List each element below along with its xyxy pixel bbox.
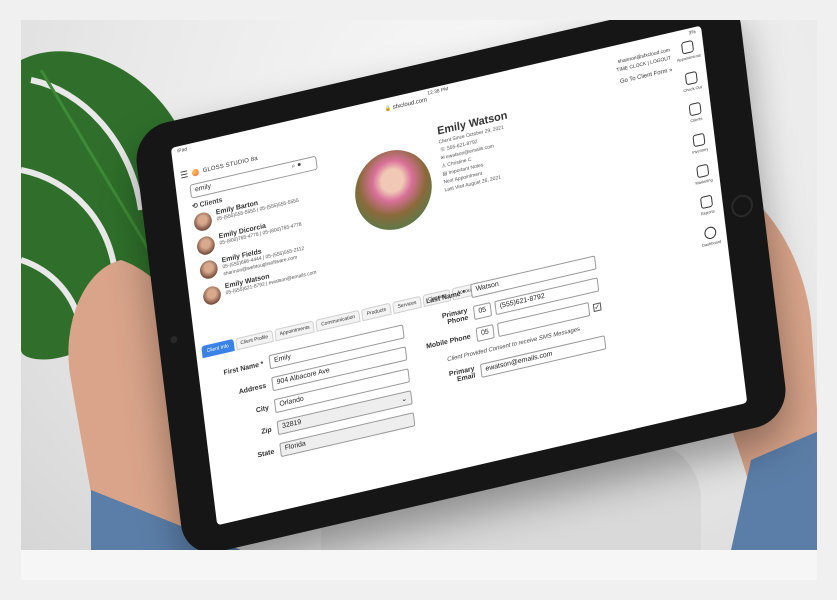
dot-menu-icon[interactable]: ● xyxy=(297,161,302,169)
back-arrow-icon[interactable]: ⟲ xyxy=(192,202,199,210)
avatar xyxy=(196,234,216,257)
state-value: Florida xyxy=(284,440,307,453)
avatar xyxy=(198,258,219,281)
brand-logo xyxy=(191,168,200,177)
address-label: Address xyxy=(238,382,267,396)
client-profile-summary: Emily Watson Client Since October 29, 20… xyxy=(437,99,562,194)
status-bar: iPad 12:38 PM 3% xyxy=(171,26,702,158)
nav-inventory[interactable]: Inventory xyxy=(690,132,709,155)
nav-label: Clients xyxy=(690,115,703,124)
nav-label: Dashboard xyxy=(701,238,722,249)
state-label: State xyxy=(257,448,275,459)
tab-products[interactable]: Products xyxy=(361,302,392,322)
camera-icon xyxy=(170,335,178,345)
nav-check-out[interactable]: Check Out xyxy=(681,70,702,93)
search-icon[interactable]: ⌕ xyxy=(291,163,296,171)
nav-dashboard[interactable]: Dashboard xyxy=(700,225,721,248)
box-icon xyxy=(692,132,706,148)
tab-client-profile[interactable]: Client Profile xyxy=(234,329,274,351)
sms-consent-checkbox[interactable]: ✓ xyxy=(592,302,602,313)
first-name-label: First Name * xyxy=(223,360,264,377)
battery-level: 3% xyxy=(688,28,697,37)
nav-label: Check Out xyxy=(683,83,703,94)
primary-phone-label: Primary Phone xyxy=(441,307,469,327)
nav-label: Marketing xyxy=(695,176,713,186)
side-navigation: Appointments Check Out Clients Inventory xyxy=(673,38,725,249)
gauge-icon xyxy=(703,225,717,241)
person-icon xyxy=(688,101,702,117)
calendar-icon xyxy=(680,39,695,55)
avatar xyxy=(193,210,213,233)
city-label: City xyxy=(255,404,270,415)
mobile-phone-code[interactable]: 05 xyxy=(475,324,495,343)
tab-appointments[interactable]: Appointments xyxy=(274,320,316,342)
megaphone-icon xyxy=(696,163,710,179)
product-photo: iPad 12:38 PM 3% 🔒 sfxcloud.com ☰ GLOSS … xyxy=(21,20,817,550)
nav-label: Inventory xyxy=(691,146,709,155)
profile-photo xyxy=(350,142,437,238)
chart-icon xyxy=(699,194,714,210)
tab-client-info[interactable]: Client Info xyxy=(201,338,235,359)
primary-email-label: Primary Email xyxy=(448,365,476,384)
device-label: iPad xyxy=(176,146,188,155)
tab-services[interactable]: Services xyxy=(392,295,423,315)
chevron-down-icon: ⌄ xyxy=(400,395,408,404)
zip-label: Zip xyxy=(260,426,272,436)
zip-value: 32819 xyxy=(281,418,302,431)
home-button[interactable] xyxy=(730,192,755,220)
nav-reports[interactable]: Reports xyxy=(699,194,715,216)
tab-communication[interactable]: Communication xyxy=(315,309,361,332)
nav-label: Appointments xyxy=(676,52,702,63)
primary-email-field[interactable]: ewatson@emails.com xyxy=(479,335,607,378)
last-name-label: Last Name * xyxy=(425,289,466,306)
nav-label: Reports xyxy=(700,208,715,217)
mobile-phone-label: Mobile Phone xyxy=(425,332,471,351)
wallet-icon xyxy=(684,70,698,86)
caption-area xyxy=(21,550,817,580)
photo-frame: iPad 12:38 PM 3% 🔒 sfxcloud.com ☰ GLOSS … xyxy=(0,0,837,600)
primary-phone-code[interactable]: 05 xyxy=(472,302,493,321)
avatar xyxy=(202,284,222,307)
menu-icon[interactable]: ☰ xyxy=(180,169,189,182)
client-form-right: Last Name * Watson Primary Phone 05 (555… xyxy=(419,255,607,397)
nav-marketing[interactable]: Marketing xyxy=(693,163,713,186)
nav-appointments[interactable]: Appointments xyxy=(675,38,702,63)
nav-clients[interactable]: Clients xyxy=(688,101,703,124)
clients-label: Clients xyxy=(199,196,223,209)
lock-icon: 🔒 xyxy=(384,105,392,113)
